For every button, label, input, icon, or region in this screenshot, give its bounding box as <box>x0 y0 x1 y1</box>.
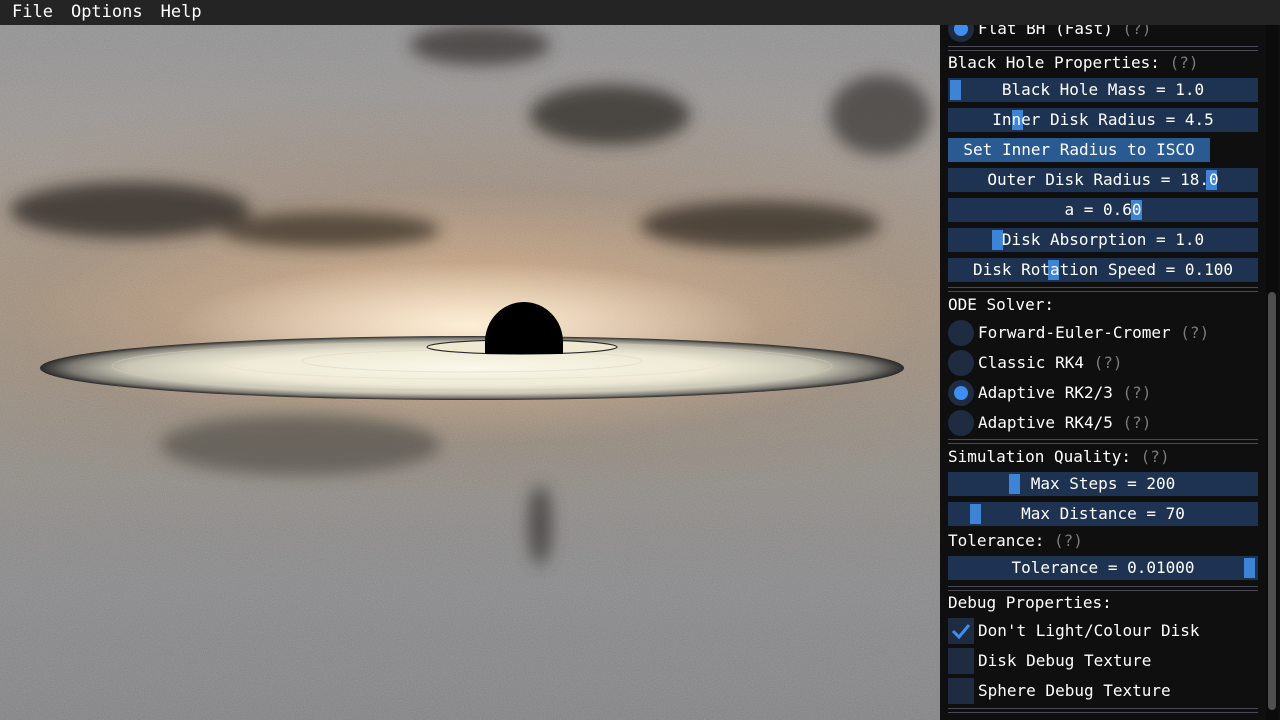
render-viewport[interactable] <box>0 25 940 720</box>
slider-grab[interactable] <box>970 504 981 524</box>
simulation-quality-heading: Simulation Quality: (?) <box>948 447 1170 466</box>
debug-properties-heading: Debug Properties: <box>948 593 1112 612</box>
slider-grab[interactable] <box>950 80 961 100</box>
set-inner-radius-isco-button[interactable]: Set Inner Radius to ISCO <box>948 138 1210 162</box>
help-icon[interactable]: (?) <box>1123 383 1152 402</box>
ode-solver-heading: ODE Solver: <box>948 295 1054 314</box>
radio-classic-rk4[interactable] <box>948 350 974 376</box>
slider-grab[interactable] <box>1009 474 1020 494</box>
menu-help[interactable]: Help <box>152 0 211 25</box>
help-icon[interactable]: (?) <box>1123 413 1152 432</box>
inner-disk-radius-slider[interactable]: Inner Disk Radius = 4.5 <box>948 108 1258 132</box>
disk-absorption-slider[interactable]: Disk Absorption = 1.0 <box>948 228 1258 252</box>
spin-slider[interactable]: a = 0.60 <box>948 198 1258 222</box>
radio-adaptive-rk23-label: Adaptive RK2/3 (?) <box>978 383 1152 402</box>
help-icon[interactable]: (?) <box>1180 323 1209 342</box>
menu-bar: File Options Help <box>0 0 1280 25</box>
disk-rotation-speed-slider[interactable]: Disk Rotation Speed = 0.100 <box>948 258 1258 282</box>
radio-adaptive-rk45[interactable] <box>948 410 974 436</box>
checkbox-disk-debug-texture-label: Disk Debug Texture <box>978 651 1152 670</box>
max-distance-slider[interactable]: Max Distance = 70 <box>948 502 1258 526</box>
separator <box>948 708 1258 713</box>
menu-file[interactable]: File <box>0 0 62 25</box>
outer-disk-radius-slider[interactable]: Outer Disk Radius = 18.0 <box>948 168 1258 192</box>
checkbox-dont-light-colour-disk[interactable] <box>948 618 974 644</box>
help-icon[interactable]: (?) <box>1094 353 1123 372</box>
black-hole-mass-slider[interactable]: Black Hole Mass = 1.0 <box>948 78 1258 102</box>
panel-scrollbar-thumb[interactable] <box>1268 292 1276 710</box>
separator <box>948 439 1258 444</box>
separator <box>948 586 1258 591</box>
radio-adaptive-rk23[interactable] <box>948 380 974 406</box>
tolerance-slider[interactable]: Tolerance = 0.01000 <box>948 556 1258 580</box>
black-hole-properties-heading: Black Hole Properties: (?) <box>948 53 1199 72</box>
checkbox-disk-debug-texture[interactable] <box>948 648 974 674</box>
menu-options[interactable]: Options <box>62 0 152 25</box>
radio-classic-rk4-label: Classic RK4 (?) <box>978 353 1123 372</box>
help-icon[interactable]: (?) <box>1141 447 1170 466</box>
tolerance-heading: Tolerance: (?) <box>948 531 1083 550</box>
slider-grab[interactable] <box>1244 558 1255 578</box>
radio-adaptive-rk45-label: Adaptive RK4/5 (?) <box>978 413 1152 432</box>
separator <box>948 46 1258 51</box>
checkbox-sphere-debug-texture-label: Sphere Debug Texture <box>978 681 1171 700</box>
help-icon[interactable]: (?) <box>1054 531 1083 550</box>
max-steps-slider[interactable]: Max Steps = 200 <box>948 472 1258 496</box>
radio-forward-euler-cromer[interactable] <box>948 320 974 346</box>
help-icon[interactable]: (?) <box>1170 53 1199 72</box>
checkmark-icon <box>951 624 971 640</box>
black-hole-render <box>0 25 940 720</box>
checkbox-dont-light-colour-disk-label: Don't Light/Colour Disk <box>978 621 1200 640</box>
separator <box>948 287 1258 292</box>
checkbox-sphere-debug-texture[interactable] <box>948 678 974 704</box>
radio-forward-euler-cromer-label: Forward-Euler-Cromer (?) <box>978 323 1210 342</box>
